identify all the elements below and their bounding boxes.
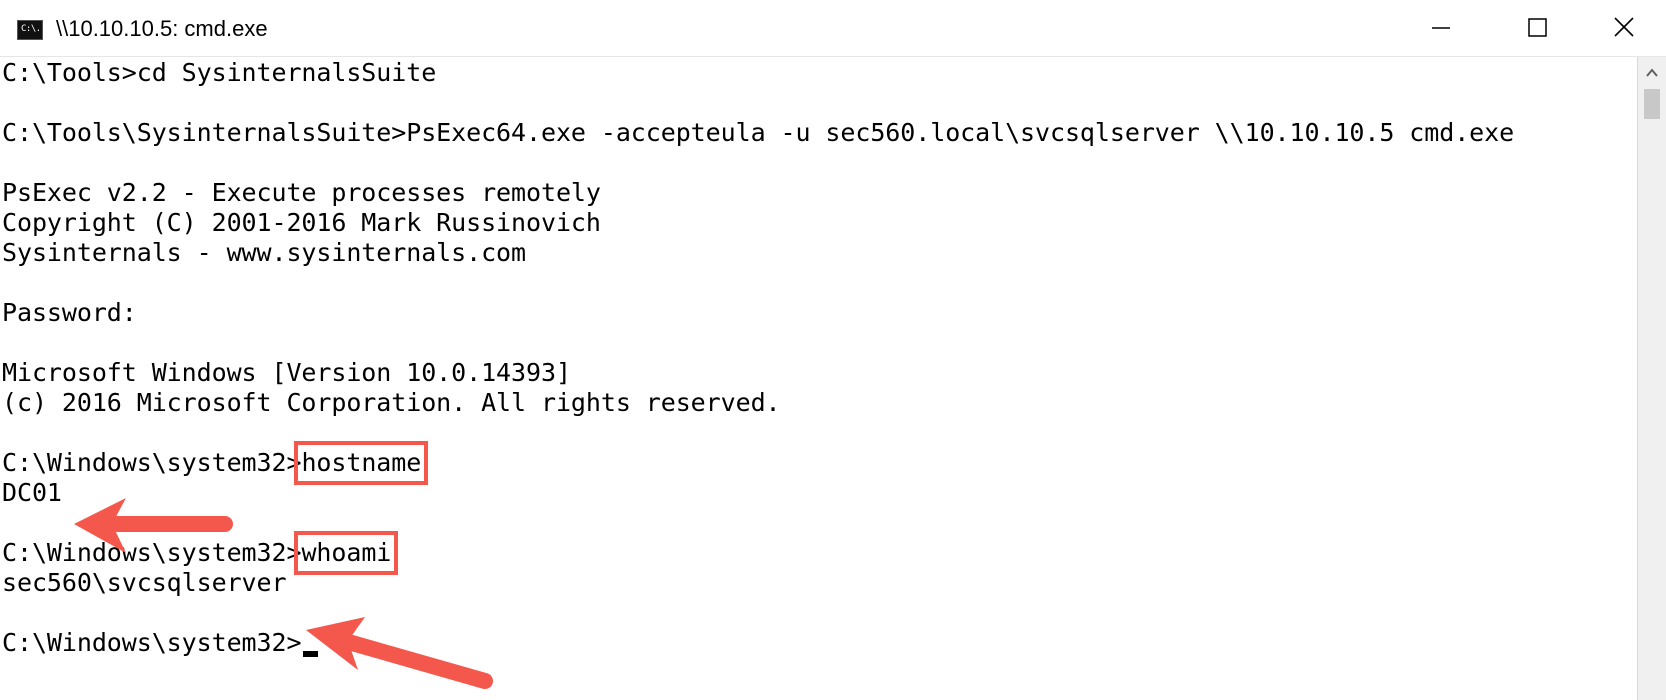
console-output[interactable]: C:\Tools>cd SysinternalsSuite C:\Tools\S… bbox=[0, 57, 1637, 700]
window-title: \\10.10.10.5: cmd.exe bbox=[56, 16, 268, 41]
console-line: Microsoft Windows [Version 10.0.14393] bbox=[2, 358, 571, 387]
console-line: Sysinternals - www.sysinternals.com bbox=[2, 238, 526, 267]
console-line: C:\Tools\SysinternalsSuite>PsExec64.exe … bbox=[2, 118, 1515, 147]
vertical-scrollbar[interactable] bbox=[1637, 57, 1666, 700]
hostname-output-line: DC01 bbox=[2, 478, 62, 507]
close-icon bbox=[1614, 17, 1634, 37]
console-line: Copyright (C) 2001-2016 Mark Russinovich bbox=[2, 208, 601, 237]
scrollbar-thumb[interactable] bbox=[1644, 89, 1660, 119]
final-prompt-line: C:\Windows\system32> bbox=[2, 628, 319, 658]
prompt: C:\Windows\system32> bbox=[2, 538, 302, 567]
prompt: C:\Windows\system32> bbox=[2, 628, 302, 657]
text-cursor bbox=[303, 651, 319, 657]
close-button[interactable] bbox=[1584, 0, 1666, 56]
whoami-command-line: C:\Windows\system32>whoami bbox=[2, 531, 399, 575]
whoami-command-highlight: whoami bbox=[294, 531, 399, 575]
maximize-icon bbox=[1528, 18, 1547, 37]
hostname-command-line: C:\Windows\system32>hostname bbox=[2, 441, 429, 485]
scroll-up-arrow-icon bbox=[1646, 68, 1658, 77]
whoami-output-line: sec560\svcsqlserver bbox=[2, 568, 287, 597]
console-line: PsExec v2.2 - Execute processes remotely bbox=[2, 178, 601, 207]
console-line: Password: bbox=[2, 298, 137, 327]
console-line: C:\Tools>cd SysinternalsSuite bbox=[2, 58, 437, 87]
cmd-app-icon-text: C:\. bbox=[21, 24, 41, 34]
hostname-command-highlight: hostname bbox=[294, 441, 429, 485]
console-line: (c) 2016 Microsoft Corporation. All righ… bbox=[2, 388, 781, 417]
scroll-up-button[interactable] bbox=[1638, 57, 1666, 87]
minimize-icon bbox=[1432, 27, 1450, 29]
prompt: C:\Windows\system32> bbox=[2, 448, 302, 477]
maximize-button[interactable] bbox=[1492, 0, 1584, 56]
cmd-window: C:\. \\10.10.10.5: cmd.exe C:\Tools>cd S… bbox=[0, 0, 1666, 700]
cmd-app-icon[interactable]: C:\. bbox=[17, 20, 43, 40]
minimize-button[interactable] bbox=[1400, 0, 1492, 56]
title-bar[interactable]: C:\. \\10.10.10.5: cmd.exe bbox=[0, 0, 1666, 57]
